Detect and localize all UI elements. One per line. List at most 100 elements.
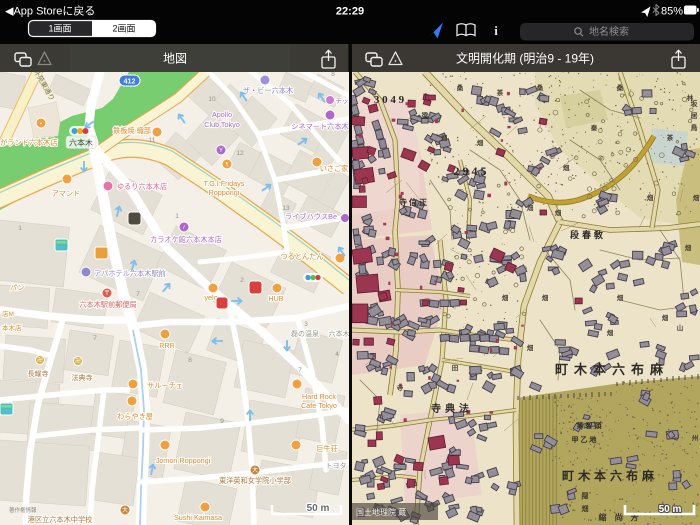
svg-text:412: 412 <box>124 79 136 86</box>
svg-text:13: 13 <box>282 205 290 212</box>
svg-text:地図: 地図 <box>163 52 187 66</box>
svg-text:22:29: 22:29 <box>336 6 364 18</box>
svg-text:7: 7 <box>136 291 140 298</box>
svg-text:8: 8 <box>331 72 335 78</box>
svg-text:〒: 〒 <box>104 290 110 297</box>
svg-text:Hard Rock: Hard Rock <box>302 392 336 401</box>
svg-text:アパホテル六本木駅前: アパホテル六本木駅前 <box>94 269 166 278</box>
svg-text:秦: 秦 <box>590 123 598 132</box>
svg-text:1: 1 <box>18 225 22 232</box>
svg-text:カラオケ館六本木本店: カラオケ館六本木本店 <box>150 235 222 244</box>
svg-text:サルーチェ: サルーチェ <box>147 381 183 390</box>
svg-text:畑: 畑 <box>693 193 700 202</box>
svg-text:Jomon Roppongi: Jomon Roppongi <box>156 456 211 465</box>
svg-text:畑: 畑 <box>441 133 448 142</box>
svg-text:つるとんたん: つるとんたん <box>280 252 323 261</box>
svg-text:坂: 坂 <box>691 99 699 108</box>
svg-text:50 m: 50 m <box>659 504 682 515</box>
svg-text:8: 8 <box>188 357 192 364</box>
svg-text:2画面: 2画面 <box>112 24 135 34</box>
svg-text:3 0 4 9: 3 0 4 9 <box>374 94 405 106</box>
svg-text:2: 2 <box>240 277 244 284</box>
svg-text:磊の温泉: 磊の温泉 <box>291 329 319 338</box>
svg-text:トヨタ: トヨタ <box>326 461 347 470</box>
svg-text:RRR: RRR <box>159 341 175 350</box>
svg-text:文明開化期 (明治9 - 19年): 文明開化期 (明治9 - 19年) <box>456 51 594 66</box>
svg-text:長耀寺: 長耀寺 <box>28 369 49 378</box>
svg-text:畑: 畑 <box>685 243 692 252</box>
svg-text:畑: 畑 <box>582 504 589 513</box>
svg-text:Roppongi: Roppongi <box>209 188 240 197</box>
svg-text:10: 10 <box>208 96 216 103</box>
svg-text:州: 州 <box>691 434 699 442</box>
svg-text:茶: 茶 <box>496 88 504 97</box>
svg-text:畑: 畑 <box>563 163 570 172</box>
svg-text:85%: 85% <box>661 6 683 18</box>
svg-text:T.G.I Fridays: T.G.I Fridays <box>204 179 245 188</box>
svg-text:ライブハウスBe: ライブハウスBe <box>285 212 337 221</box>
svg-text:i: i <box>494 23 498 38</box>
svg-text:甲乙地: 甲乙地 <box>572 435 599 444</box>
svg-text:いさご家: いさご家 <box>320 164 349 173</box>
svg-text:桑: 桑 <box>456 83 464 92</box>
svg-text:町木本六布麻: 町木本六布麻 <box>562 468 658 483</box>
svg-text:第智頭: 第智頭 <box>577 421 604 430</box>
svg-text:Apollo: Apollo <box>212 110 232 119</box>
svg-text:1画面: 1画面 <box>48 24 71 34</box>
svg-text:国土地理院 蔵: 国土地理院 蔵 <box>356 507 406 517</box>
svg-text:六本木: 六本木 <box>69 138 93 148</box>
svg-text:畑: 畑 <box>527 203 534 212</box>
svg-text:Club Tokyo: Club Tokyo <box>204 120 239 129</box>
svg-text:田: 田 <box>452 364 459 372</box>
svg-text:桑: 桑 <box>536 83 544 92</box>
svg-text:寺: 寺 <box>397 383 404 392</box>
svg-text:畑: 畑 <box>555 208 562 217</box>
svg-text:畑: 畑 <box>502 293 509 302</box>
svg-text:段春敎: 段春敎 <box>570 229 606 240</box>
svg-text:12: 12 <box>236 150 244 157</box>
svg-text:地名検索: 地名検索 <box>589 25 629 38</box>
svg-text:居: 居 <box>691 112 698 120</box>
svg-text:鳥: 鳥 <box>691 123 698 132</box>
svg-text:シネマート六本木: シネマート六本木 <box>291 122 349 131</box>
svg-text:7: 7 <box>93 335 97 342</box>
svg-text:寺信正: 寺信正 <box>399 197 429 207</box>
svg-text:畑: 畑 <box>647 193 654 202</box>
svg-text:畑: 畑 <box>542 293 549 302</box>
svg-text:梁: 梁 <box>421 111 430 120</box>
svg-text:50 m: 50 m <box>307 503 330 514</box>
svg-text:大: 大 <box>252 466 258 474</box>
svg-text:東洋英和女学院小学部: 東洋英和女学院小学部 <box>219 476 291 485</box>
svg-text:パン: パン <box>10 284 24 292</box>
svg-text:2 9 4 5: 2 9 4 5 <box>454 164 487 178</box>
svg-text:HUB: HUB <box>268 294 283 303</box>
svg-text:店M: 店M <box>2 309 14 318</box>
svg-text:畑: 畑 <box>477 138 484 147</box>
svg-text:茶: 茶 <box>666 133 674 142</box>
svg-text:¶: ¶ <box>226 162 229 168</box>
svg-text:六本木: 六本木 <box>329 329 350 338</box>
svg-text:巨牛荘: 巨牛荘 <box>316 444 338 453</box>
svg-text:大: 大 <box>122 506 128 514</box>
svg-text:畑: 畑 <box>617 293 624 302</box>
svg-text:六本木駅前郵便局: 六本木駅前郵便局 <box>79 300 137 309</box>
svg-text:寺典法: 寺典法 <box>431 402 473 415</box>
svg-text:隠: 隠 <box>582 491 589 500</box>
svg-text:卍: 卍 <box>75 358 81 365</box>
svg-text:法典寺: 法典寺 <box>72 373 93 382</box>
svg-text:Y: Y <box>219 148 223 154</box>
svg-text:9: 9 <box>220 418 224 425</box>
svg-text:畑: 畑 <box>662 313 669 322</box>
svg-text:鉄板焼 織部: 鉄板焼 織部 <box>113 126 151 135</box>
svg-text:11: 11 <box>149 137 156 144</box>
svg-text:卍: 卍 <box>37 357 43 364</box>
svg-text:本木店: 本木店 <box>2 323 22 332</box>
svg-text:わらやき屋: わらやき屋 <box>117 412 153 421</box>
svg-text:港区立六本木中学校: 港区立六本木中学校 <box>28 515 93 524</box>
svg-text:◀App Storeに戻る: ◀App Storeに戻る <box>5 5 95 18</box>
svg-text:1: 1 <box>175 213 179 220</box>
svg-text:アマンド: アマンド <box>52 189 81 198</box>
svg-text:7: 7 <box>298 367 302 374</box>
svg-text:ゆるり六本木店: ゆるり六本木店 <box>117 182 167 191</box>
svg-text:がランド六本木店: がランド六本木店 <box>0 138 58 147</box>
